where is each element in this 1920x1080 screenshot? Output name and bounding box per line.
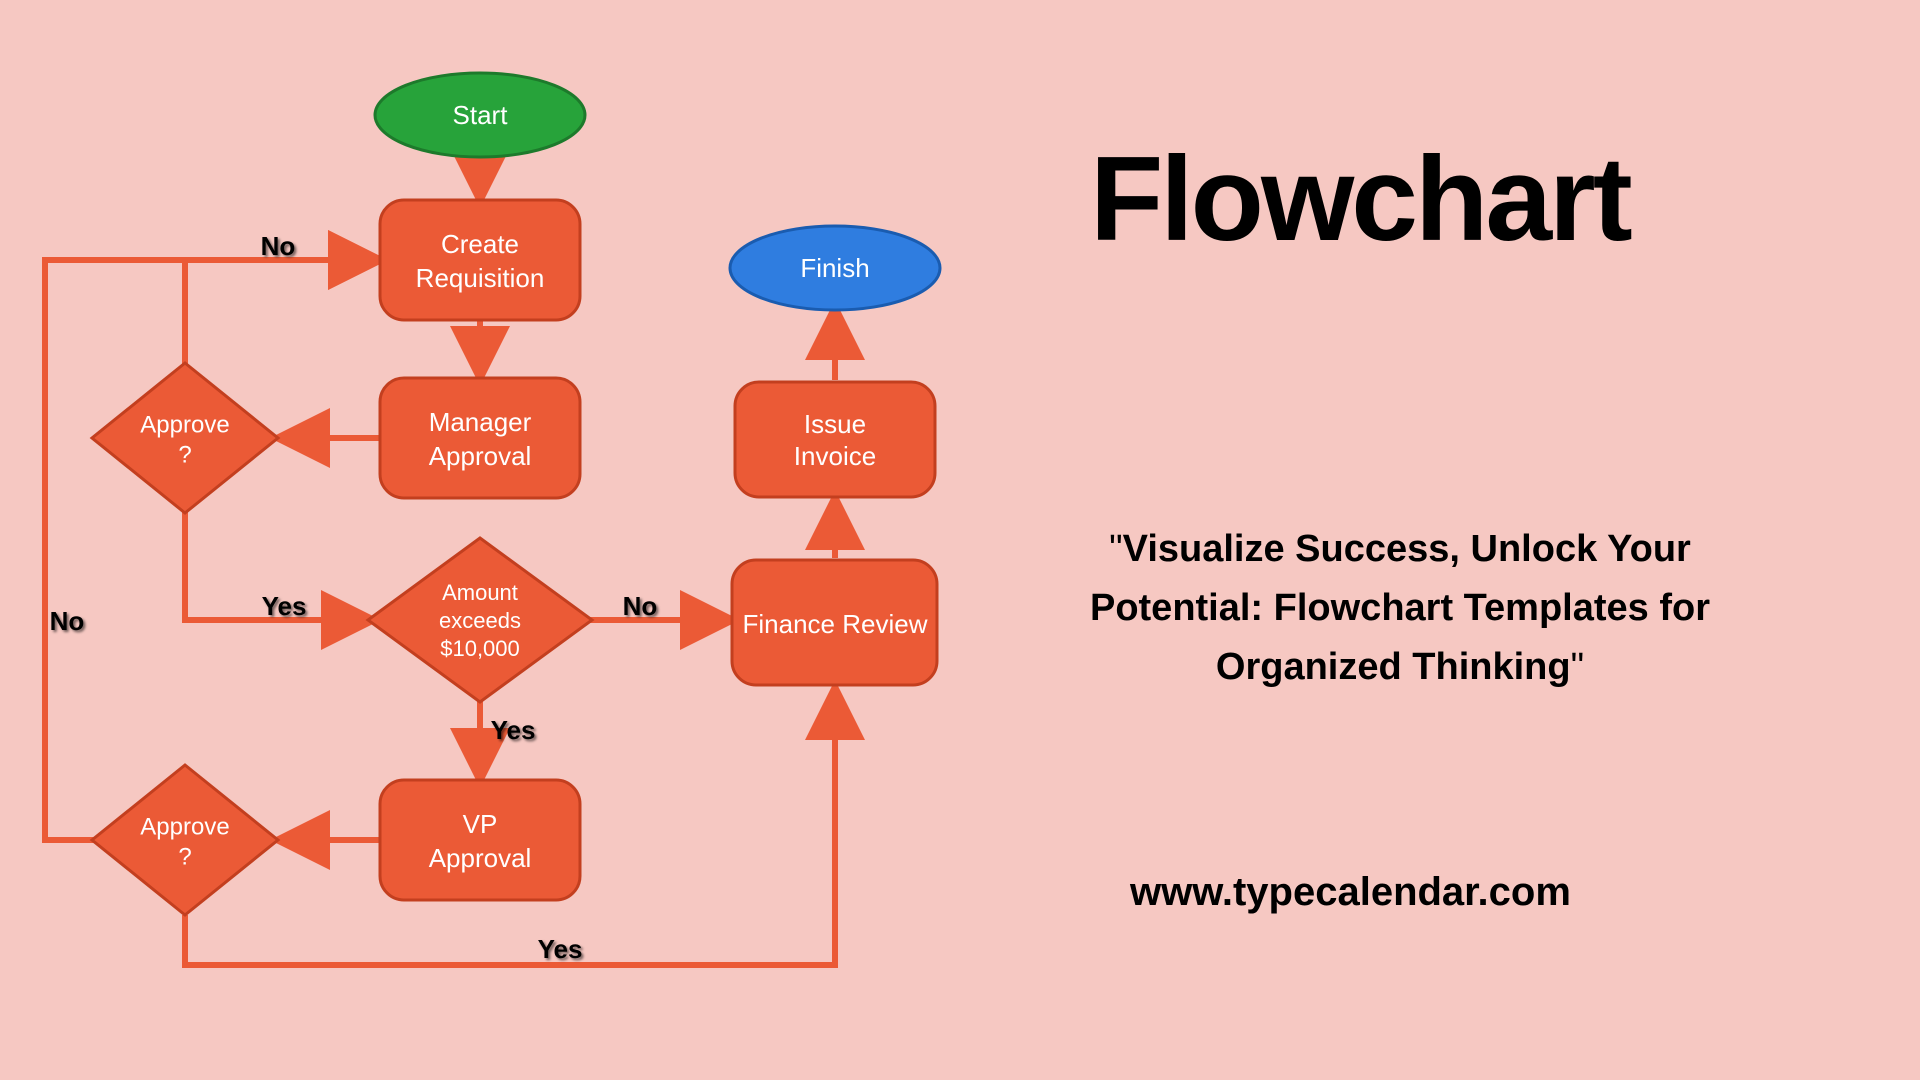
quote-open: "	[1109, 528, 1123, 570]
quote-body: Visualize Success, Unlock Your Potential…	[1090, 528, 1710, 688]
quote-close: "	[1571, 646, 1585, 688]
node-approve-2: Approve ?	[92, 765, 278, 915]
node-vp-l1: VP	[463, 809, 498, 839]
node-amount-exceeds: Amount exceeds $10,000	[368, 538, 592, 702]
label-no-3: No	[50, 606, 85, 636]
node-approve1-l1: Approve	[140, 411, 229, 438]
arrow-approve1-no	[185, 260, 378, 365]
node-start: Start	[375, 73, 585, 157]
node-vp-approval: VP Approval	[380, 780, 580, 900]
node-create-l2: Requisition	[416, 263, 545, 293]
page-title: Flowchart	[1090, 130, 1630, 268]
node-amount-l3: $10,000	[440, 636, 520, 661]
label-yes-1: Yes	[262, 591, 307, 621]
node-finrev-label: Finance Review	[743, 609, 928, 639]
node-issue-l2: Invoice	[794, 441, 876, 471]
node-approve1-l2: ?	[178, 441, 191, 468]
node-issue-invoice: Issue Invoice	[735, 382, 935, 497]
node-mgr-l1: Manager	[429, 407, 532, 437]
node-create-l1: Create	[441, 229, 519, 259]
label-yes-3: Yes	[538, 934, 583, 964]
node-vp-l2: Approval	[429, 843, 532, 873]
label-no-2: No	[623, 591, 658, 621]
node-manager-approval: Manager Approval	[380, 378, 580, 498]
node-mgr-l2: Approval	[429, 441, 532, 471]
arrow-approve2-no	[45, 260, 378, 840]
node-start-label: Start	[453, 100, 509, 130]
node-amount-l2: exceeds	[439, 608, 521, 633]
node-approve2-l2: ?	[178, 843, 191, 870]
label-no-1: No	[261, 231, 296, 261]
node-finish-label: Finish	[800, 253, 869, 283]
node-create-requisition: Create Requisition	[380, 200, 580, 320]
label-yes-2: Yes	[491, 715, 536, 745]
node-finish: Finish	[730, 226, 940, 310]
tagline-quote: "Visualize Success, Unlock Your Potentia…	[1030, 520, 1770, 697]
node-issue-l1: Issue	[804, 409, 866, 439]
node-amount-l1: Amount	[442, 580, 518, 605]
node-approve-1: Approve ?	[92, 363, 278, 513]
site-url: www.typecalendar.com	[1130, 870, 1571, 915]
diagram-canvas: No Yes No Yes No Yes Start Finish Create…	[0, 0, 1920, 1080]
node-approve2-l1: Approve	[140, 813, 229, 840]
node-finance-review: Finance Review	[732, 560, 937, 685]
